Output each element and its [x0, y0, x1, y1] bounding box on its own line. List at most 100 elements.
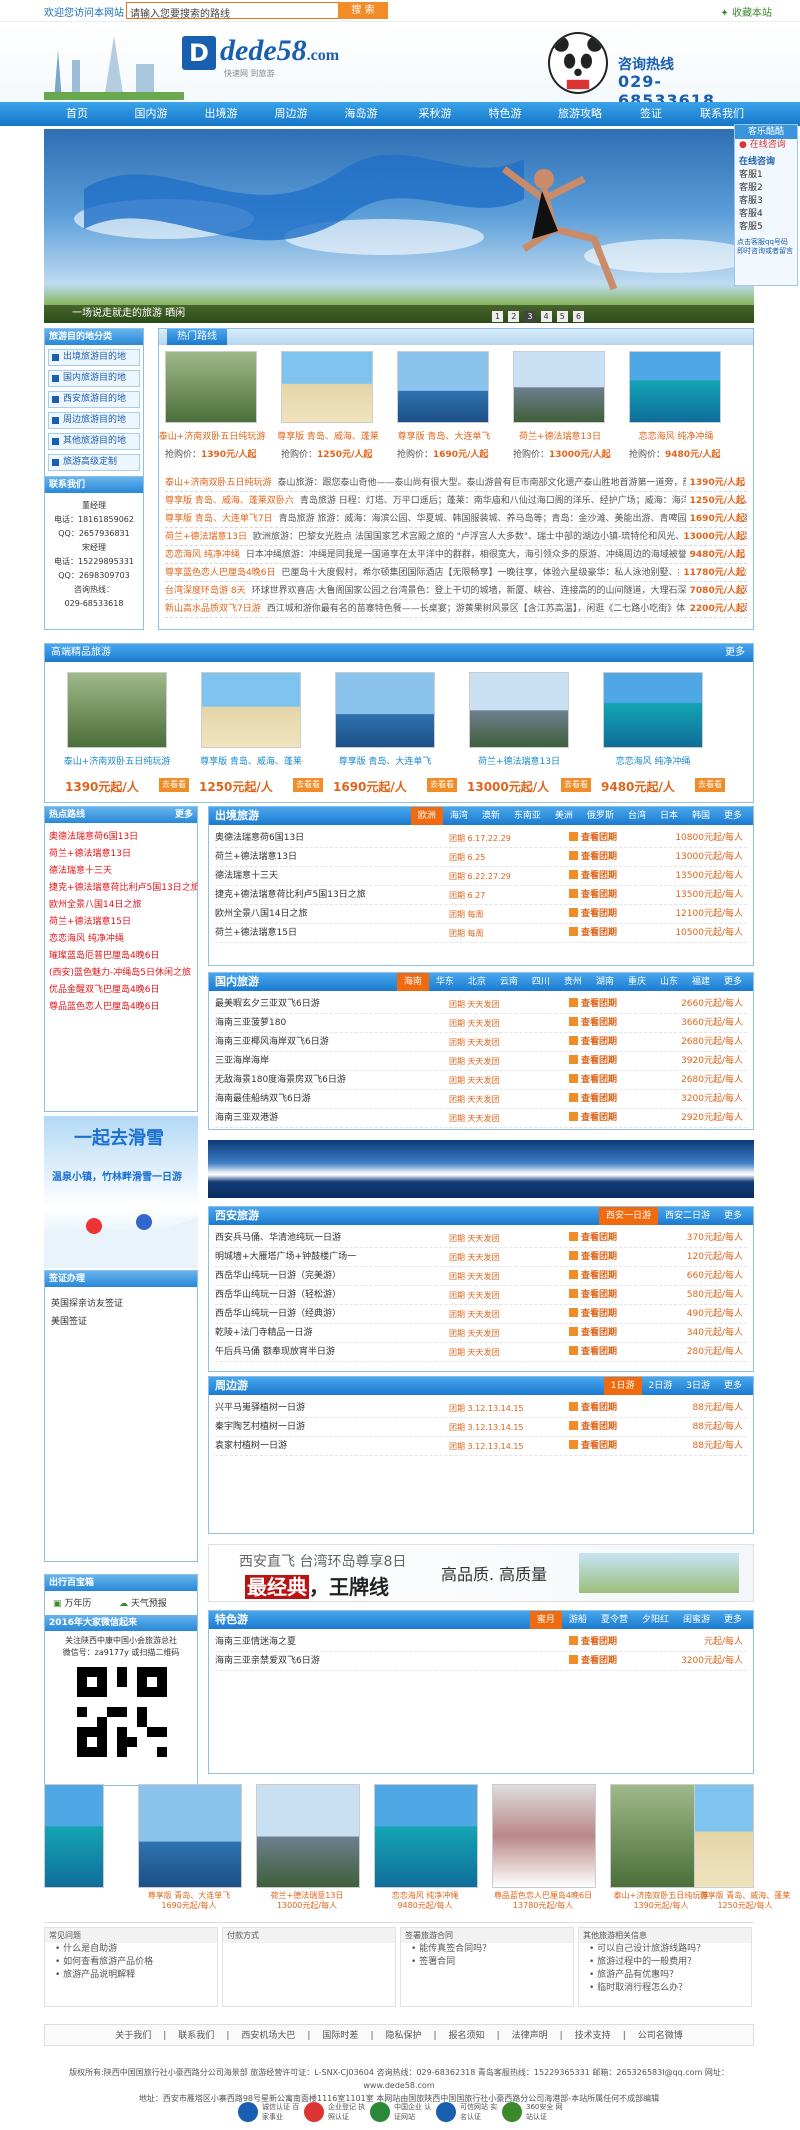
route-name[interactable]: 荷兰+德法瑞意13日 [505, 429, 615, 442]
strip-photo[interactable] [44, 1784, 104, 1888]
route-row[interactable]: 乾陵+法门寺精品一日游 团期 天天发团 查看团期 340元起/每人 [215, 1324, 747, 1343]
panel-tab[interactable]: 北京 [461, 973, 493, 991]
route-row[interactable]: 西岳华山纯玩一日游（经典游） 团期 天天发团 查看团期 490元起/每人 [215, 1305, 747, 1324]
route-row-name[interactable]: 西安兵马俑、华清池纯玩一日游 [215, 1229, 341, 1248]
visa-item[interactable]: 英国探亲访友签证 [51, 1295, 191, 1313]
route-line[interactable]: 尊享版 青岛、大连单飞7日 青岛旅游 旅游：威海：海滨公园、华夏城、韩国服装城、养… [165, 511, 747, 528]
route-row[interactable]: 秦宇陶艺村植树一日游 团期 3.12.13.14.15 查看团期 88元起/每人 [215, 1418, 747, 1437]
route-row-name[interactable]: 海南三亚椰风海岸双飞6日游 [215, 1033, 329, 1052]
help-item[interactable]: 签署合同 [401, 1956, 573, 1969]
strip-photo[interactable] [492, 1784, 596, 1888]
trust-badge[interactable]: 企业登记 执照认证 [304, 2100, 365, 2124]
route-line-name[interactable]: 台湾深度环岛游 8天 [165, 586, 246, 596]
view-dates-button[interactable]: 查看团期 [569, 867, 617, 886]
route-line-name[interactable]: 尊享蓝色恋人巴厘岛4晚6日 [165, 568, 275, 578]
panel-tab[interactable]: 贵州 [557, 973, 589, 991]
boutique-route-name[interactable]: 泰山+济南双卧五日纯玩游 [57, 754, 177, 767]
route-row[interactable]: 海南三亚椰风海岸双飞6日游 团期 天天发团 查看团期 2680元起/每人 [215, 1033, 747, 1052]
view-dates-button[interactable]: 查看团期 [569, 1652, 617, 1671]
boutique-route-name[interactable]: 尊享版 青岛、威海、蓬莱 [191, 754, 311, 767]
route-row[interactable]: 三亚海岸海岸 团期 天天发团 查看团期 3920元起/每人 [215, 1052, 747, 1071]
route-line[interactable]: 泰山+济南双卧五日纯玩游 泰山旅游：跟您泰山奇他——泰山尚有很大型。泰山游曾有巨市… [165, 475, 747, 492]
view-dates-button[interactable]: 查看团期 [569, 1248, 617, 1267]
route-row[interactable]: 捷克+德法瑞意荷比利卢5国13日之旅 团期 6.27 查看团期 13500元起/每人 [215, 886, 747, 905]
route-row-name[interactable]: 海南最佳船纳双飞6日游 [215, 1090, 311, 1109]
coast-photo[interactable] [629, 351, 721, 423]
panel-tab[interactable]: 西安一日游 [598, 1207, 658, 1225]
category-item[interactable]: 国内旅游目的地 [48, 370, 140, 387]
help-item[interactable]: 什么是自助游 [45, 1943, 217, 1956]
panel-tab[interactable]: 俄罗斯 [580, 807, 621, 825]
help-item[interactable]: 旅游产品说明解释 [45, 1969, 217, 1982]
route-row-name[interactable]: 明城墙+大雁塔广场+钟鼓楼广场一 [215, 1248, 356, 1267]
ranking-item[interactable]: 捷克+德法瑞意荷比利卢5国13日之旅 [45, 880, 197, 897]
help-item[interactable]: 能传真签合同吗？ [401, 1943, 573, 1956]
view-dates-button[interactable]: 查看团期 [569, 1343, 617, 1362]
service-agent[interactable]: 客服4 [735, 208, 797, 221]
beach-photo[interactable] [281, 351, 373, 423]
boutique-route-name[interactable]: 荷兰+德法瑞意13日 [459, 754, 579, 767]
panel-tab[interactable]: 更多 [717, 973, 749, 991]
castle-photo[interactable] [469, 672, 569, 748]
boutique-route-name[interactable]: 尊享版 青岛、大连单飞 [325, 754, 445, 767]
banner-page-2[interactable]: 2 [508, 311, 520, 322]
route-row-name[interactable]: 无敌海景180度海景房双飞6日游 [215, 1071, 346, 1090]
route-name[interactable]: 尊享版 青岛、威海、蓬莱 [273, 429, 383, 442]
footer-link[interactable]: 报名须知 [449, 2031, 485, 2041]
footer-link[interactable]: 技术支持 [575, 2031, 611, 2041]
footer-link[interactable]: 关于我们 [115, 2031, 151, 2041]
route-row-name[interactable]: 德法瑞意十三天 [215, 867, 278, 886]
route-row-name[interactable]: 海南三亚亲禁爱双飞6日游 [215, 1652, 320, 1671]
nav-guide[interactable]: 旅游攻略 [550, 102, 610, 126]
route-name[interactable]: 泰山+济南双卧五日纯玩游 [157, 429, 267, 442]
view-dates-button[interactable]: 查看团期 [569, 924, 617, 943]
ranking-item[interactable]: 璀璨蓝岛厄普巴厘岛4晚6日 [45, 948, 197, 965]
calendar-link[interactable]: ▣ 万年历 [53, 1596, 91, 1609]
coast-photo[interactable] [603, 672, 703, 748]
trust-badge[interactable]: 诚信认证 百家事业 [238, 2100, 299, 2124]
panel-tab[interactable]: 海湾 [443, 807, 475, 825]
route-line-name[interactable]: 尊享版 青岛、威海、蓬莱双卧六 [165, 496, 294, 506]
panel-tab[interactable]: 游船 [562, 1611, 594, 1629]
banner-page-5[interactable]: 5 [556, 311, 568, 322]
route-line[interactable]: 荷兰+德法瑞意13日 欧洲旅游：巴黎女光胜点 法国国家艺术宫殿之旅的 "卢浮宫人大… [165, 529, 747, 546]
view-dates-button[interactable]: 查看团期 [569, 829, 617, 848]
route-row[interactable]: 德法瑞意十三天 团期 6.22.27.29 查看团期 13500元起/每人 [215, 867, 747, 886]
route-row-name[interactable]: 秦宇陶艺村植树一日游 [215, 1418, 305, 1437]
panel-tab[interactable]: 更多 [717, 807, 749, 825]
nav-visa[interactable]: 签证 [626, 102, 676, 126]
route-row[interactable]: 海南三亚双港游 团期 天天发团 查看团期 2920元起/每人 [215, 1109, 747, 1128]
category-item[interactable]: 周边旅游目的地 [48, 412, 140, 429]
route-row[interactable]: 西岳华山纯玩一日游（轻松游） 团期 天天发团 查看团期 580元起/每人 [215, 1286, 747, 1305]
view-dates-button[interactable]: 查看团期 [569, 1014, 617, 1033]
ranking-more-link[interactable]: 更多 [175, 807, 193, 823]
ranking-item[interactable]: 优品金醒双飞巴厘岛4晚6日 [45, 982, 197, 999]
favorite-link[interactable]: ✦ 收藏本站 [720, 4, 772, 19]
footer-link[interactable]: 西安机场大巴 [241, 2031, 295, 2041]
ranking-item[interactable]: 尊品蓝色恋人巴厘岛4晚6日 [45, 999, 197, 1016]
hero-banner[interactable]: 一场说走就走的旅游 晒闲 1 2 3 4 5 6 [44, 129, 754, 323]
route-row-name[interactable]: 荷兰+德法瑞意13日 [215, 848, 297, 867]
route-line[interactable]: 新山高水品质双飞7日游 西江城和游你最有名的苗寨特色餐——长桌宴；游黄果树风景区【… [165, 601, 747, 618]
view-dates-button[interactable]: 查看团期 [569, 1229, 617, 1248]
search-input[interactable]: 请输入您要搜索的路线 [130, 5, 230, 20]
banner-page-6[interactable]: 6 [573, 311, 584, 322]
boutique-more-link[interactable]: 更多 [725, 644, 745, 662]
route-row-name[interactable]: 海南三亚双港游 [215, 1109, 278, 1128]
footer-link[interactable]: 国际时差 [322, 2031, 358, 2041]
help-item[interactable]: 如何查看旅游产品价格 [45, 1956, 217, 1969]
ranking-item[interactable]: 恋恋海风 纯净冲绳 [45, 931, 197, 948]
route-row-name[interactable]: 乾陵+法门寺精品一日游 [215, 1324, 313, 1343]
view-button[interactable]: 去看看 [293, 778, 323, 792]
route-line-name[interactable]: 荷兰+德法瑞意13日 [165, 532, 247, 542]
route-row[interactable]: 午后兵马俑 额奉现放宵半日游 团期 天天发团 查看团期 280元起/每人 [215, 1343, 747, 1362]
panel-tab[interactable]: 更多 [717, 1611, 749, 1629]
view-button[interactable]: 去看看 [695, 778, 725, 792]
panel-tab[interactable]: 3日游 [679, 1377, 717, 1395]
route-row[interactable]: 最美暇玄夕三亚双飞6日游 团期 天天发团 查看团期 2660元起/每人 [215, 995, 747, 1014]
route-line-name[interactable]: 新山高水品质双飞7日游 [165, 604, 261, 614]
view-dates-button[interactable]: 查看团期 [569, 1633, 617, 1652]
trust-badge[interactable]: 中国企业 认证网站 [370, 2100, 431, 2124]
route-row[interactable]: 欧州全景八国14日之旅 团期 每周 查看团期 12100元起/每人 [215, 905, 747, 924]
seagull-photo[interactable] [335, 672, 435, 748]
